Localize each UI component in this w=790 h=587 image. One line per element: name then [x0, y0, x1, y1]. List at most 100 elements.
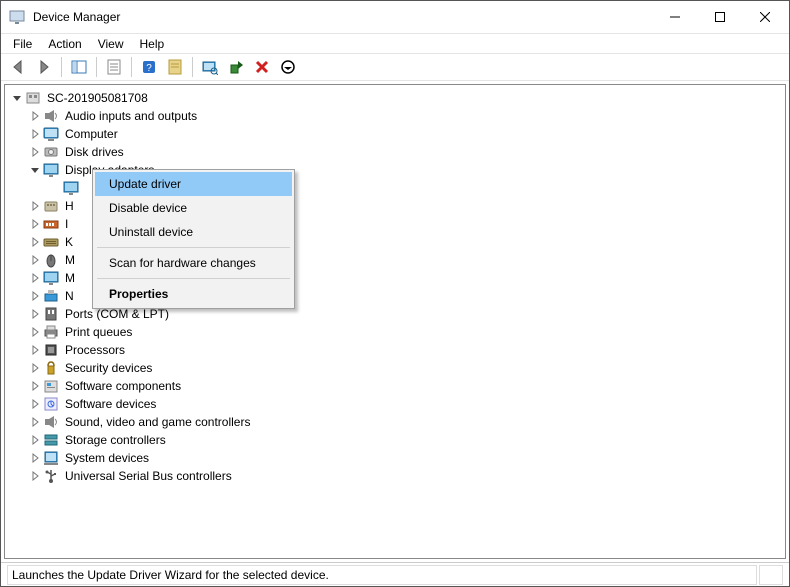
tree-item-label: Audio inputs and outputs [63, 108, 199, 124]
tree-item-storage-controllers[interactable]: Storage controllers [9, 431, 781, 449]
system-icon [43, 450, 59, 466]
tree-item-processors[interactable]: Processors [9, 341, 781, 359]
tree-item-print-queues[interactable]: Print queues [9, 323, 781, 341]
chevron-down-icon[interactable] [27, 162, 43, 178]
chevron-right-icon[interactable] [27, 252, 43, 268]
chevron-right-icon[interactable] [27, 144, 43, 160]
tree-item-software-components[interactable]: Software components [9, 377, 781, 395]
tree-item-system-devices[interactable]: System devices [9, 449, 781, 467]
ctx-separator [97, 247, 290, 248]
chevron-right-icon[interactable] [27, 108, 43, 124]
chevron-right-icon[interactable] [27, 216, 43, 232]
cpu-icon [43, 342, 59, 358]
menu-view[interactable]: View [90, 35, 132, 53]
swdev-icon [43, 396, 59, 412]
tree-item-audio-inputs-and-outputs[interactable]: Audio inputs and outputs [9, 107, 781, 125]
menu-file[interactable]: File [5, 35, 40, 53]
tree-item-label: Sound, video and game controllers [63, 414, 252, 430]
chevron-down-icon[interactable] [9, 90, 25, 106]
tree-item-label: I [63, 216, 70, 232]
tree-item-root[interactable]: SC-201905081708 [9, 89, 781, 107]
status-bar: Launches the Update Driver Wizard for th… [1, 562, 789, 586]
ctx-uninstall-device[interactable]: Uninstall device [95, 220, 292, 244]
properties-button[interactable] [103, 56, 125, 78]
mouse-icon [43, 252, 59, 268]
menu-help[interactable]: Help [132, 35, 173, 53]
tree-item-label: Security devices [63, 360, 154, 376]
hid-icon [43, 198, 59, 214]
ctx-update-driver[interactable]: Update driver [95, 172, 292, 196]
menu-action[interactable]: Action [40, 35, 89, 53]
scan-hardware-button[interactable] [199, 56, 221, 78]
tree-item-sound-video-and-game-controllers[interactable]: Sound, video and game controllers [9, 413, 781, 431]
chevron-right-icon[interactable] [27, 414, 43, 430]
display-icon [63, 180, 79, 196]
svg-text:?: ? [146, 63, 152, 74]
swcomp-icon [43, 378, 59, 394]
chevron-right-icon[interactable] [27, 324, 43, 340]
update-driver-button[interactable] [225, 56, 247, 78]
device-manager-window: Device Manager File Action View Help ? S… [0, 0, 790, 587]
tree-item-label: Storage controllers [63, 432, 168, 448]
audio-icon [43, 108, 59, 124]
ctx-separator [97, 278, 290, 279]
ctx-scan-hardware[interactable]: Scan for hardware changes [95, 251, 292, 275]
maximize-button[interactable] [697, 2, 742, 32]
chevron-right-icon[interactable] [27, 450, 43, 466]
tree-item-computer[interactable]: Computer [9, 125, 781, 143]
chevron-right-icon[interactable] [27, 360, 43, 376]
tree-item-security-devices[interactable]: Security devices [9, 359, 781, 377]
chevron-right-icon[interactable] [27, 234, 43, 250]
storage-icon [43, 432, 59, 448]
minimize-button[interactable] [652, 2, 697, 32]
ctx-disable-device[interactable]: Disable device [95, 196, 292, 220]
tree-item-label: System devices [63, 450, 151, 466]
toolbar-separator [61, 57, 62, 77]
usb-icon [43, 468, 59, 484]
chevron-right-icon[interactable] [27, 306, 43, 322]
computer-icon [43, 126, 59, 142]
tree-item-label: Disk drives [63, 144, 126, 160]
tree-item-label: H [63, 198, 76, 214]
action-button[interactable] [164, 56, 186, 78]
chevron-right-icon[interactable] [27, 468, 43, 484]
toolbar-separator [131, 57, 132, 77]
tree-item-label: Software devices [63, 396, 158, 412]
ide-icon [43, 216, 59, 232]
chevron-right-icon[interactable] [27, 198, 43, 214]
display-icon [43, 270, 59, 286]
toolbar-separator [96, 57, 97, 77]
display-icon [43, 162, 59, 178]
show-hide-tree-button[interactable] [68, 56, 90, 78]
tree-item-label: M [63, 270, 77, 286]
chevron-right-icon[interactable] [27, 342, 43, 358]
chevron-right-icon[interactable] [27, 432, 43, 448]
app-icon [9, 9, 25, 25]
status-text: Launches the Update Driver Wizard for th… [7, 565, 757, 585]
chevron-right-icon[interactable] [27, 288, 43, 304]
tree-item-label: Universal Serial Bus controllers [63, 468, 234, 484]
chevron-right-icon[interactable] [27, 126, 43, 142]
tree-item-label [83, 187, 87, 189]
chevron-right-icon[interactable] [27, 270, 43, 286]
tree-item-label: Computer [63, 126, 120, 142]
ctx-properties[interactable]: Properties [95, 282, 292, 306]
help-button[interactable]: ? [138, 56, 160, 78]
tree-item-software-devices[interactable]: Software devices [9, 395, 781, 413]
context-menu: Update driver Disable device Uninstall d… [92, 169, 295, 309]
uninstall-device-button[interactable] [251, 56, 273, 78]
device-tree-panel: SC-201905081708Audio inputs and outputs C… [4, 84, 786, 559]
tree-item-disk-drives[interactable]: Disk drives [9, 143, 781, 161]
disable-device-button[interactable] [277, 56, 299, 78]
chevron-right-icon[interactable] [27, 378, 43, 394]
tree-item-label: Print queues [63, 324, 134, 340]
tree-item-universal-serial-bus-controllers[interactable]: Universal Serial Bus controllers [9, 467, 781, 485]
nav-back-button[interactable] [7, 56, 29, 78]
tree-item-label: K [63, 234, 75, 250]
nav-forward-button[interactable] [33, 56, 55, 78]
chevron-right-icon[interactable] [27, 396, 43, 412]
disk-icon [43, 144, 59, 160]
close-button[interactable] [742, 2, 787, 32]
security-icon [43, 360, 59, 376]
tree-item-label: Software components [63, 378, 183, 394]
